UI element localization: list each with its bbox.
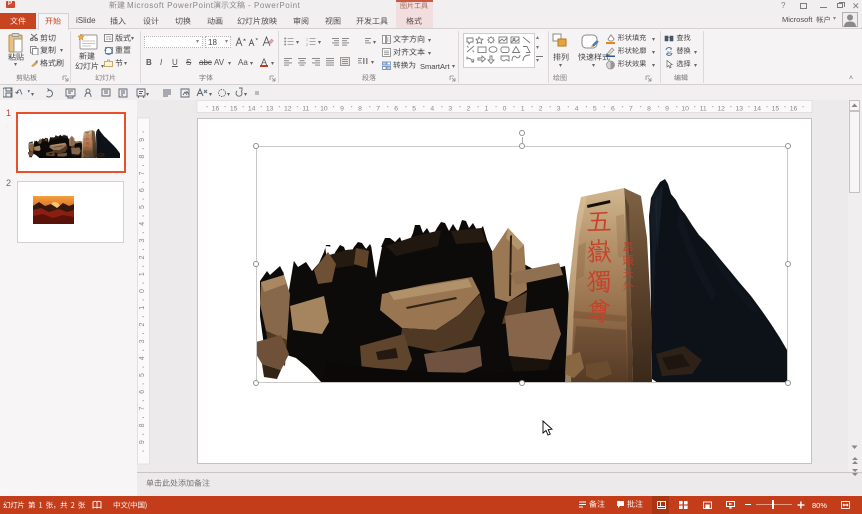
svg-text:6: 6 <box>611 106 615 113</box>
svg-text:7: 7 <box>139 171 146 175</box>
svg-text:16: 16 <box>790 106 798 113</box>
svg-text:5: 5 <box>139 205 146 209</box>
svg-text:1: 1 <box>139 306 146 310</box>
svg-text:12: 12 <box>717 106 725 113</box>
svg-text:1: 1 <box>521 106 525 113</box>
svg-text:3: 3 <box>557 106 561 113</box>
svg-text:▾: ▾ <box>227 92 230 98</box>
svg-text:2: 2 <box>139 323 146 327</box>
svg-text:6: 6 <box>394 106 398 113</box>
svg-text:13: 13 <box>266 106 274 113</box>
svg-text:4: 4 <box>575 106 579 113</box>
svg-text:15: 15 <box>230 106 238 113</box>
svg-text:11: 11 <box>700 106 707 113</box>
svg-text:3: 3 <box>139 339 146 343</box>
svg-text:0: 0 <box>139 289 146 293</box>
svg-text:16: 16 <box>212 106 220 113</box>
svg-text:▾: ▾ <box>31 92 34 98</box>
svg-text:0: 0 <box>503 106 507 113</box>
svg-text:8: 8 <box>358 106 362 113</box>
svg-text:1: 1 <box>306 38 308 42</box>
svg-text:8: 8 <box>647 106 651 113</box>
svg-text:4: 4 <box>139 222 146 226</box>
svg-text:2: 2 <box>539 106 543 113</box>
svg-text:12: 12 <box>284 106 292 113</box>
svg-text:4: 4 <box>430 106 434 113</box>
svg-text:14: 14 <box>754 106 762 113</box>
svg-text:1: 1 <box>139 272 146 276</box>
svg-text:5: 5 <box>412 106 416 113</box>
svg-text:9: 9 <box>139 440 146 444</box>
svg-text:6: 6 <box>139 390 146 394</box>
svg-text:7: 7 <box>629 106 633 113</box>
svg-text:2: 2 <box>306 43 308 46</box>
svg-text:7: 7 <box>376 106 380 113</box>
svg-text:3: 3 <box>139 239 146 243</box>
svg-text:2: 2 <box>467 106 471 113</box>
svg-text:4: 4 <box>139 356 146 360</box>
svg-text:14: 14 <box>248 106 256 113</box>
svg-text:8: 8 <box>139 423 146 427</box>
svg-text:13: 13 <box>736 106 744 113</box>
svg-text:▾: ▾ <box>244 92 247 98</box>
svg-text:6: 6 <box>139 188 146 192</box>
svg-text:ac: ac <box>667 50 673 55</box>
svg-text:15: 15 <box>772 106 780 113</box>
svg-text:5: 5 <box>593 106 597 113</box>
svg-text:10: 10 <box>320 106 328 113</box>
svg-text:1: 1 <box>485 106 489 113</box>
svg-text:10: 10 <box>681 106 689 113</box>
svg-text:5: 5 <box>139 373 146 377</box>
svg-text:▾: ▾ <box>146 92 149 98</box>
svg-text:3: 3 <box>448 106 452 113</box>
svg-text:2: 2 <box>139 255 146 259</box>
svg-text:9: 9 <box>340 106 344 113</box>
svg-text:11: 11 <box>302 106 309 113</box>
svg-text:8: 8 <box>139 155 146 159</box>
svg-text:7: 7 <box>139 407 146 411</box>
svg-text:▾: ▾ <box>209 92 212 98</box>
svg-text:9: 9 <box>139 138 146 142</box>
svg-text:9: 9 <box>665 106 669 113</box>
